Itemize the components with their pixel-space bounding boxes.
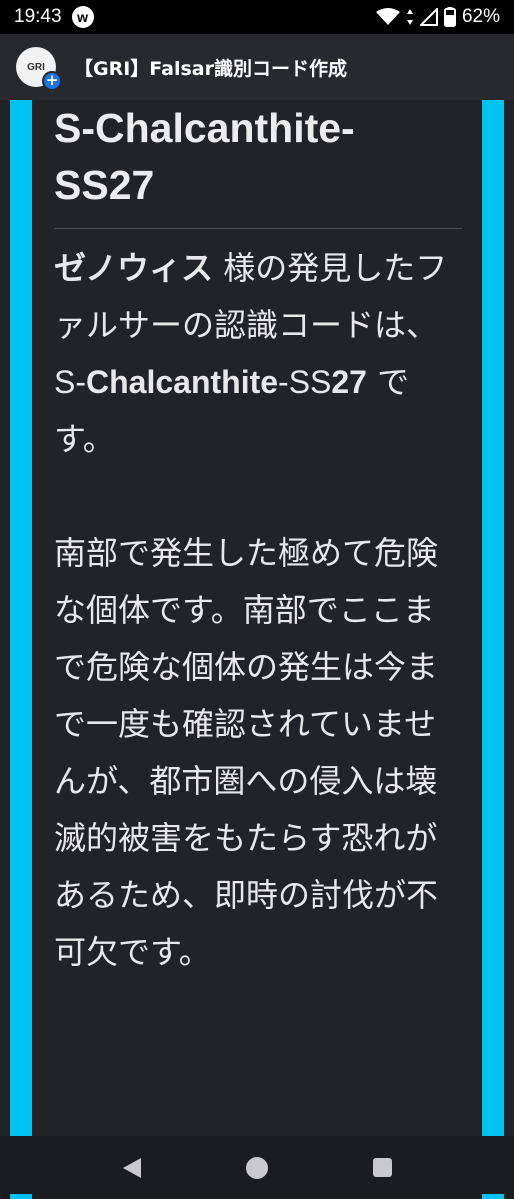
home-icon[interactable] [245,1156,268,1179]
app-logo[interactable]: GRI + [16,47,62,91]
recents-icon[interactable] [372,1158,392,1177]
battery-percent: 62% [461,6,500,27]
discoverer-name: ゼノウィス [54,249,214,287]
accent-edge-left [10,1194,32,1199]
app-bar: GRI + 【GRI】Falsar識別コード作成 [0,34,514,100]
result-card: S-Chalcanthite- SS27 ゼノウィス 様の発見したファルサーの認… [32,100,482,1136]
plus-icon: + [42,71,62,91]
signal-icon [419,8,438,26]
wifi-icon [375,8,400,25]
intro-paragraph: ゼノウィス 様の発見したファルサーの認識コードは、 S-Chalcanthite… [54,240,464,468]
accent-stripe-right [482,100,504,1136]
description-paragraph: 南部で発生した極めて危険な個体です。南部でここまで危険な個体の発生は今まで一度も… [54,534,439,971]
code-number: 27 [331,364,367,400]
status-time: 19:43 [14,6,62,27]
code-prefix: S- [54,364,86,400]
status-icons: 62% [375,6,500,28]
divider [54,228,462,229]
app-title: 【GRI】Falsar識別コード作成 [74,57,347,80]
accent-edge-right [482,1194,504,1199]
code-main: Chalcanthite [86,364,279,400]
code-title-line1: S-Chalcanthite- [54,105,355,151]
content-area[interactable]: S-Chalcanthite- SS27 ゼノウィス 様の発見したファルサーの認… [0,100,514,1136]
code-mid: -SS [278,364,332,400]
navigation-bar [0,1136,514,1199]
data-arrows-icon [406,9,413,25]
accent-stripe-left [10,100,32,1136]
status-bar: 19:43 w 62% [0,0,514,34]
battery-icon [443,7,456,27]
app-logo-text: GRI [27,61,45,73]
notification-app-icon: w [71,6,94,28]
back-icon[interactable] [122,1157,141,1178]
code-title-line2: SS27 [54,162,155,208]
code-title: S-Chalcanthite- SS27 [54,100,474,214]
result-description: ゼノウィス 様の発見したファルサーの認識コードは、 S-Chalcanthite… [54,240,464,981]
